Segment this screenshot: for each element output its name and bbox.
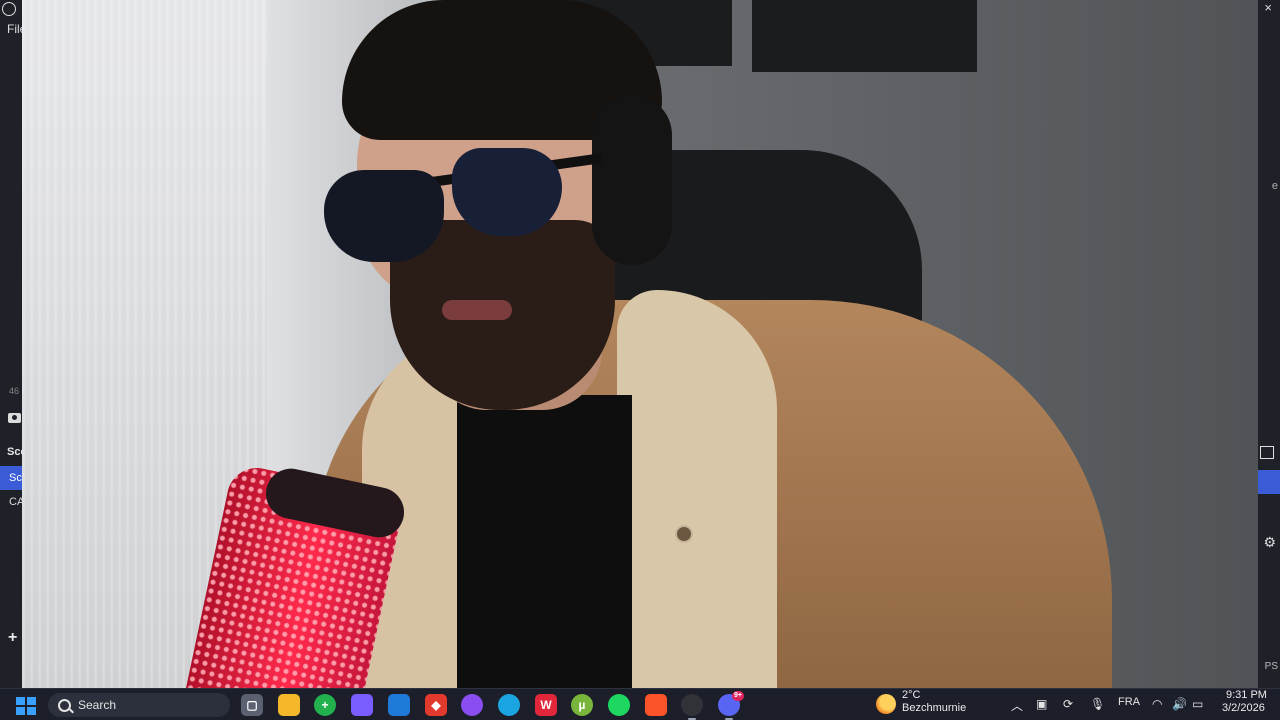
obs-right-panel: × e ⚙ PS [1258, 0, 1280, 688]
headphones [592, 95, 672, 265]
task-view-icon[interactable]: ▢ [241, 694, 263, 716]
close-icon[interactable]: × [1264, 0, 1272, 15]
chat-app-icon[interactable] [461, 694, 483, 716]
red-diamond-app-icon[interactable]: ◆ [425, 694, 447, 716]
windows-start-icon[interactable] [16, 697, 36, 715]
green-plus-app-icon[interactable]: + [314, 694, 336, 716]
tray-app-icon[interactable]: ▣ [1036, 697, 1047, 711]
chevron-up-icon[interactable]: ︿ [1011, 697, 1023, 714]
shirt [457, 395, 632, 688]
spotify-icon[interactable] [608, 694, 630, 716]
jacket-button [675, 525, 693, 543]
weather-temperature[interactable]: 2°C [902, 689, 920, 701]
sync-icon[interactable]: ⟳ [1063, 697, 1073, 711]
search-icon [58, 699, 71, 712]
webcam-video [22, 0, 1258, 688]
microsoft-store-icon[interactable] [388, 694, 410, 716]
taskbar: Search ▢ + ◆ Wµ 9+ 2°C Bezchmurnie ︿ ▣ ⟳ 🎙 F… [0, 688, 1280, 720]
notification-badge: 9+ [732, 691, 744, 701]
wifi-icon[interactable]: ◠ [1152, 697, 1162, 711]
microphone-icon[interactable]: 🎙 [1090, 697, 1105, 711]
wps-office-icon[interactable]: W [535, 694, 557, 716]
obs-right-text: e [1271, 180, 1278, 192]
camera-icon[interactable] [8, 413, 21, 423]
search-box[interactable]: Search [48, 693, 230, 717]
obs-left-panel: File 46 Sce Sc CA + [0, 0, 27, 688]
mouth [442, 300, 512, 320]
add-scene-button[interactable]: + [8, 629, 17, 647]
weather-icon[interactable] [876, 694, 896, 714]
sunglasses-lens [452, 148, 562, 236]
copilot-icon[interactable] [351, 694, 373, 716]
clock-time[interactable]: 9:31 PM [1226, 689, 1267, 701]
wall-frame [752, 0, 977, 72]
scene-item-active[interactable]: Sc [0, 466, 22, 490]
search-placeholder: Search [78, 698, 117, 712]
obs-number-text: 46 [9, 386, 20, 396]
volume-icon[interactable]: 🔊 [1172, 697, 1187, 711]
obs-studio-icon[interactable] [681, 694, 703, 720]
discord-icon[interactable]: 9+ [718, 691, 744, 720]
edge-browser-icon[interactable] [498, 694, 520, 716]
obs-right-bottom-text: PS [1264, 661, 1278, 672]
dock-window-icon[interactable] [1260, 446, 1274, 459]
right-active-item[interactable] [1258, 470, 1280, 494]
weather-condition[interactable]: Bezchmurnie [902, 702, 966, 714]
clock-date[interactable]: 3/2/2026 [1222, 702, 1265, 714]
battery-icon[interactable]: ▭ [1192, 697, 1203, 711]
utorrent-icon[interactable]: µ [571, 694, 593, 716]
sunglasses-lens [324, 170, 444, 262]
file-explorer-icon[interactable] [278, 694, 300, 716]
obs-app-icon [2, 2, 16, 16]
gear-icon[interactable]: ⚙ [1263, 534, 1276, 551]
brave-browser-icon[interactable] [645, 694, 667, 716]
language-indicator[interactable]: FRA [1118, 696, 1140, 708]
jacket-collar [617, 290, 777, 688]
